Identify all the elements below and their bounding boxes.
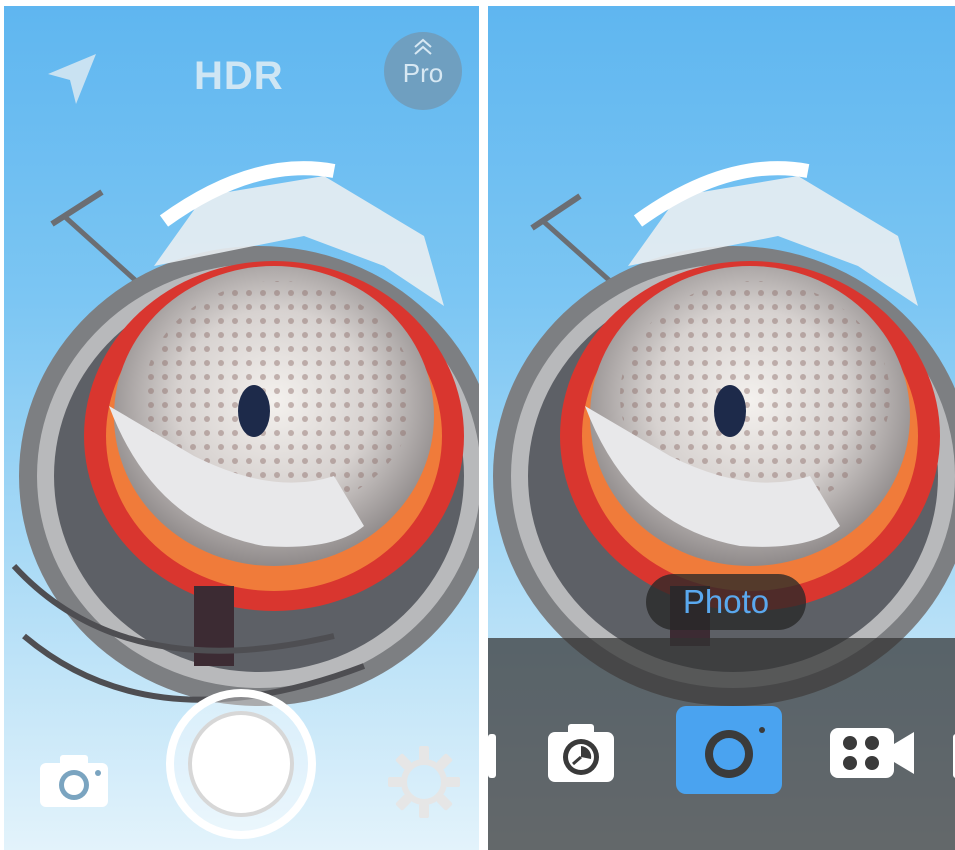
mode-label-pill: Photo <box>646 574 806 630</box>
pro-button[interactable]: Pro <box>384 32 462 110</box>
camera-screen-main: HDR Pro <box>4 6 479 850</box>
video-camera-icon[interactable] <box>828 726 916 780</box>
gear-icon[interactable] <box>384 742 464 822</box>
hdr-toggle[interactable]: HDR <box>194 54 284 99</box>
pro-label: Pro <box>402 58 444 88</box>
camera-icon[interactable] <box>38 751 110 809</box>
location-arrow-icon[interactable] <box>44 50 104 108</box>
shutter-button[interactable] <box>166 689 316 839</box>
camera-icon <box>704 714 765 778</box>
timer-camera-icon[interactable] <box>546 722 616 784</box>
photo-mode-button[interactable] <box>676 706 782 794</box>
camera-screen-mode-picker: Photo <box>488 6 955 850</box>
partial-mode-icon[interactable] <box>488 734 498 778</box>
mode-label: Photo <box>682 583 770 620</box>
double-chevron-up-icon <box>414 38 432 55</box>
partial-mode-icon[interactable] <box>951 734 955 778</box>
shutter-inner <box>188 711 294 817</box>
